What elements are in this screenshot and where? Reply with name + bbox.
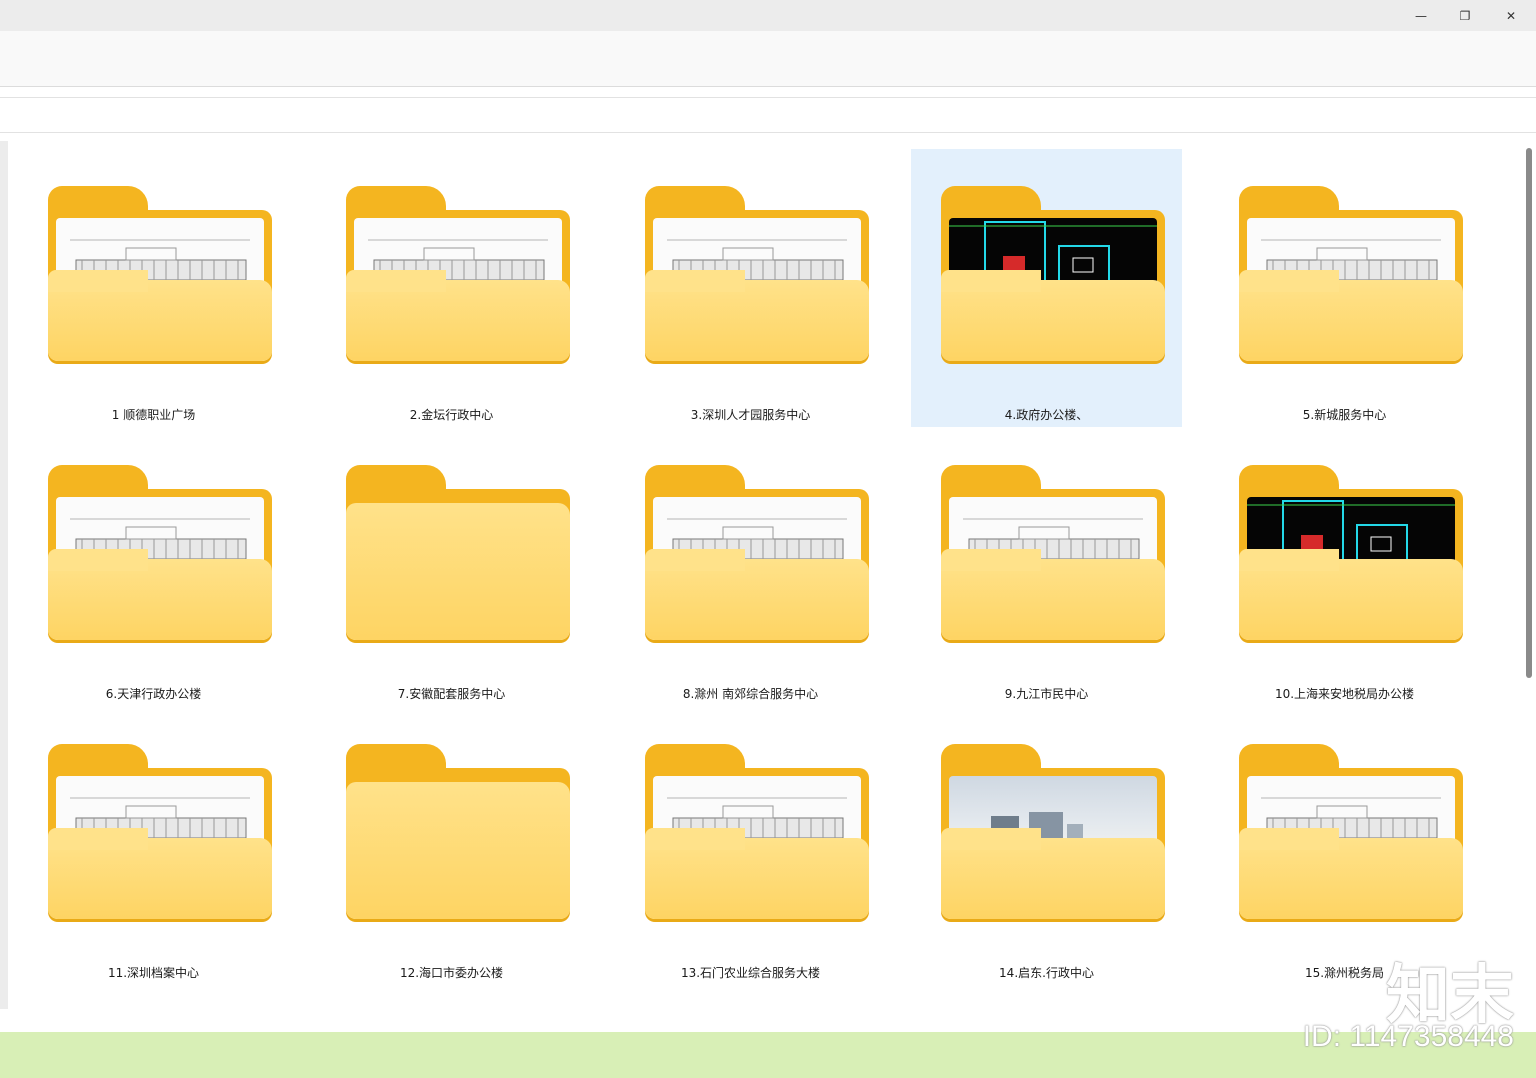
folder-icon <box>941 465 1165 640</box>
folder-front <box>645 828 869 919</box>
folder-icon <box>48 465 272 640</box>
folder-icon <box>346 465 570 640</box>
folder-front <box>645 549 869 640</box>
folder-label: 1 顺德职业广场 <box>111 408 196 422</box>
folder-item[interactable]: 13.石门农业综合服务大楼 <box>615 707 886 985</box>
folder-front <box>346 503 570 640</box>
folder-front-notch <box>941 549 1041 571</box>
minimize-icon[interactable]: — <box>1398 0 1444 31</box>
folder-front-notch <box>1239 828 1339 850</box>
folder-icon <box>941 186 1165 361</box>
folder-front-notch <box>645 270 745 292</box>
folder-front <box>941 549 1165 640</box>
folder-item[interactable]: 6.天津行政办公楼 <box>18 428 289 706</box>
folder-item[interactable]: 2.金坛行政中心 <box>316 149 587 427</box>
folder-item[interactable]: 8.滁州 南郊综合服务中心 <box>615 428 886 706</box>
folder-icon <box>346 186 570 361</box>
folder-front-notch <box>941 270 1041 292</box>
folder-front-notch <box>1239 549 1339 571</box>
folder-label: 5.新城服务中心 <box>1302 408 1387 422</box>
command-toolbar <box>0 31 1536 87</box>
folder-label: 9.九江市民中心 <box>1004 687 1089 701</box>
folder-front-notch <box>48 828 148 850</box>
folder-front-notch <box>941 828 1041 850</box>
folder-label: 7.安徽配套服务中心 <box>397 687 506 701</box>
folder-icon <box>941 744 1165 919</box>
folder-front-notch <box>48 270 148 292</box>
vertical-scrollbar[interactable] <box>1526 148 1532 678</box>
folder-grid: 1 顺德职业广场 2.金坛行政中心 3.深圳人才园服务中心 4.政府办公楼、 5.新城服… <box>8 141 1520 1009</box>
folder-label: 11.深圳档案中心 <box>107 966 200 980</box>
folder-front-notch <box>645 828 745 850</box>
folder-item[interactable]: 7.安徽配套服务中心 <box>316 428 587 706</box>
folder-front-notch <box>48 549 148 571</box>
folder-icon <box>1239 186 1463 361</box>
folder-icon <box>645 744 869 919</box>
folder-front <box>1239 828 1463 919</box>
folder-icon <box>645 465 869 640</box>
folder-front <box>346 782 570 919</box>
folder-label: 4.政府办公楼、 <box>1004 408 1089 422</box>
folder-label: 2.金坛行政中心 <box>409 408 494 422</box>
title-bar: — ❐ ✕ <box>0 0 1536 31</box>
folder-item[interactable]: 9.九江市民中心 <box>911 428 1182 706</box>
folder-item[interactable]: 11.深圳档案中心 <box>18 707 289 985</box>
folder-front <box>941 270 1165 361</box>
folder-label: 14.启东.行政中心 <box>999 966 1094 980</box>
watermark-id: ID: 1147358448 <box>1302 1020 1514 1053</box>
folder-icon <box>1239 744 1463 919</box>
folder-item[interactable]: 5.新城服务中心 <box>1209 149 1480 427</box>
folder-label: 10.上海来安地税局办公楼 <box>1274 687 1415 701</box>
folder-item[interactable]: 12.海口市委办公楼 <box>316 707 587 985</box>
folder-front <box>48 270 272 361</box>
folder-front <box>346 270 570 361</box>
folder-item[interactable]: 3.深圳人才园服务中心 <box>615 149 886 427</box>
navigation-pane-edge <box>0 141 8 1009</box>
folder-icon <box>346 744 570 919</box>
folder-front <box>48 549 272 640</box>
folder-label: 6.天津行政办公楼 <box>105 687 202 701</box>
close-icon[interactable]: ✕ <box>1488 0 1534 31</box>
folder-front-notch <box>645 549 745 571</box>
folder-item[interactable]: 1 顺德职业广场 <box>18 149 289 427</box>
folder-front-notch <box>346 270 446 292</box>
folder-front <box>1239 270 1463 361</box>
folder-icon <box>48 186 272 361</box>
folder-label: 8.滁州 南郊综合服务中心 <box>682 687 819 701</box>
folder-label: 3.深圳人才园服务中心 <box>690 408 811 422</box>
folder-icon <box>48 744 272 919</box>
folder-icon <box>645 186 869 361</box>
folder-front-notch <box>1239 270 1339 292</box>
address-bar[interactable] <box>0 97 1536 133</box>
folder-icon <box>1239 465 1463 640</box>
folder-item[interactable]: 10.上海来安地税局办公楼 <box>1209 428 1480 706</box>
folder-item[interactable]: 4.政府办公楼、 <box>911 149 1182 427</box>
folder-front <box>48 828 272 919</box>
maximize-icon[interactable]: ❐ <box>1442 0 1488 31</box>
folder-label: 13.石门农业综合服务大楼 <box>680 966 821 980</box>
folder-front <box>1239 549 1463 640</box>
folder-front <box>941 828 1165 919</box>
folder-front <box>645 270 869 361</box>
folder-item[interactable]: 14.启东.行政中心 <box>911 707 1182 985</box>
folder-label: 12.海口市委办公楼 <box>399 966 504 980</box>
